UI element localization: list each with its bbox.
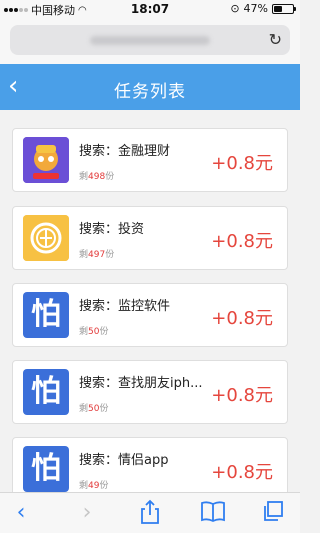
bookmarks-icon[interactable] <box>198 499 228 527</box>
task-reward: +0.8元 <box>211 462 273 483</box>
page-title: 任务列表 <box>114 82 186 102</box>
reload-icon[interactable]: ↻ <box>269 30 282 49</box>
task-reward: +0.8元 <box>211 385 273 406</box>
browser-toolbar: ‹ › <box>0 492 300 533</box>
task-title: 搜索：情侣app <box>79 453 169 468</box>
task-remaining: 剩498份 <box>79 172 115 182</box>
task-title: 搜索：投资 <box>79 222 145 237</box>
task-title: 搜索：金融理财 <box>79 144 171 159</box>
task-reward: +0.8元 <box>211 153 273 174</box>
battery-icon <box>272 3 296 14</box>
pa-app-icon: 怕 <box>23 292 69 338</box>
blurred-url <box>90 36 210 45</box>
coin-app-icon <box>23 215 69 261</box>
page-header: ‹ 任务列表 <box>0 64 300 110</box>
address-bar[interactable]: ↻ <box>10 25 290 55</box>
address-area: ↻ <box>0 18 300 64</box>
task-remaining: 剩49份 <box>79 481 109 491</box>
pa-app-icon: 怕 <box>23 369 69 415</box>
status-right: ⊙ 47% <box>230 2 296 15</box>
status-bar: 中国移动 ◠ 18:07 ⊙ 47% <box>0 0 300 18</box>
task-card[interactable]: 怕 搜索：查找朋友iph... 剩50份 +0.8元 <box>12 360 288 424</box>
task-card[interactable]: 搜索：金融理财 剩498份 +0.8元 <box>12 128 288 192</box>
pa-app-icon: 怕 <box>23 446 69 492</box>
tabs-icon[interactable] <box>258 499 288 527</box>
task-reward: +0.8元 <box>211 231 273 252</box>
task-title: 搜索：查找朋友iph... <box>79 376 203 391</box>
task-reward: +0.8元 <box>211 308 273 329</box>
forward-icon[interactable]: › <box>72 499 102 527</box>
battery-percent: 47% <box>243 2 268 15</box>
back-icon[interactable]: ‹ <box>6 499 36 527</box>
gold-miner-app-icon <box>23 137 69 183</box>
share-icon[interactable] <box>135 499 165 527</box>
task-title: 搜索：监控软件 <box>79 299 171 314</box>
task-remaining: 剩50份 <box>79 327 109 337</box>
task-remaining: 剩497份 <box>79 250 115 260</box>
task-card[interactable]: 搜索：投资 剩497份 +0.8元 <box>12 206 288 270</box>
task-remaining: 剩50份 <box>79 404 109 414</box>
rotation-lock-icon: ⊙ <box>230 2 240 15</box>
task-card[interactable]: 怕 搜索：监控软件 剩50份 +0.8元 <box>12 283 288 347</box>
